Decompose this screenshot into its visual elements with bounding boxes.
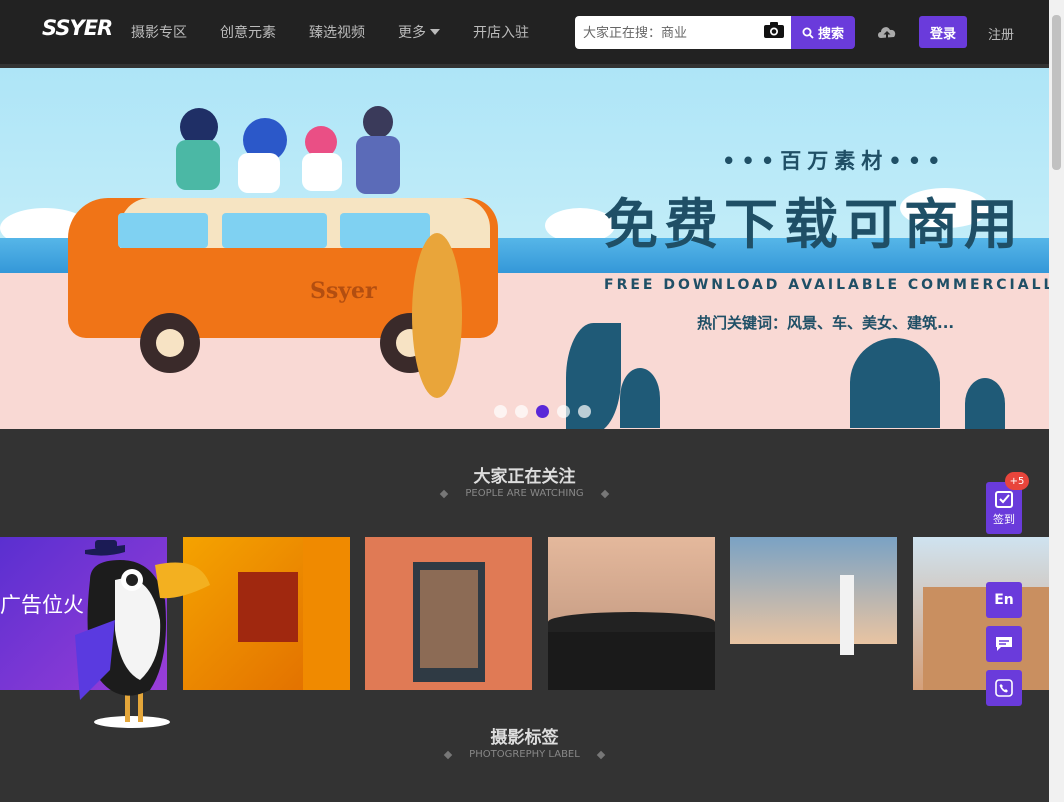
search-icon: [802, 27, 814, 39]
hero-banner[interactable]: Ssyer •••百万素材••• 免费下载可商用 FREE DOWNLOAD A…: [0, 68, 1049, 429]
diamond-icon: [440, 489, 449, 498]
chat-icon: [996, 637, 1012, 651]
register-link[interactable]: 注册: [988, 24, 1014, 43]
carousel-dot[interactable]: [578, 405, 591, 418]
camera-icon[interactable]: [763, 21, 785, 39]
thumbnail-silhouettes[interactable]: [548, 537, 715, 690]
diamond-icon: [600, 489, 609, 498]
search-button-label: 搜索: [817, 27, 844, 42]
scrollbar-thumb[interactable]: [1052, 15, 1061, 170]
leaf-decoration: [620, 368, 660, 428]
carousel-dot[interactable]: [515, 405, 528, 418]
surfboard: [412, 233, 462, 398]
nav-item-more[interactable]: 更多: [398, 22, 440, 42]
nav-label: 更多: [398, 25, 426, 41]
person-figure: [302, 153, 342, 191]
cloud-upload-icon[interactable]: [876, 22, 898, 42]
thumbnail-detail: [303, 537, 350, 690]
leaf-decoration: [965, 378, 1005, 429]
site-logo[interactable]: SSYER: [42, 16, 113, 40]
nav-label: 创意元素: [220, 25, 276, 41]
checkin-icon: [995, 491, 1013, 508]
bus-window: [222, 213, 327, 248]
thumbnail-window[interactable]: [365, 537, 532, 690]
search-button[interactable]: 搜索: [791, 16, 855, 49]
chat-button[interactable]: [986, 626, 1022, 662]
bus-window: [118, 213, 208, 248]
section-title-photo-label: 摄影标签: [490, 728, 559, 748]
bus-window: [340, 213, 430, 248]
bus-wheel: [140, 313, 200, 373]
nav-item-creative[interactable]: 创意元素: [220, 22, 276, 42]
carousel-dots: [494, 405, 599, 418]
site-header: SSYER 摄影专区 创意元素 臻选视频 更多 开店入驻 搜索 登录 注册: [0, 0, 1049, 64]
banner-tagline: •••百万素材•••: [722, 149, 947, 173]
carousel-dot-active[interactable]: [536, 405, 549, 418]
person-figure: [238, 153, 280, 193]
subtitle-text: PEOPLE ARE WATCHING: [465, 488, 584, 499]
login-button[interactable]: 登录: [919, 16, 967, 48]
banner-keywords: 热门关键词：风景、车、美女、建筑...: [697, 314, 955, 332]
leaf-decoration: [850, 338, 940, 428]
thumbnail-lighthouse[interactable]: [730, 537, 897, 690]
person-figure: [356, 136, 400, 194]
search-input[interactable]: [583, 23, 753, 43]
nav-item-open-shop[interactable]: 开店入驻: [473, 22, 529, 42]
person-figure: [363, 106, 393, 138]
main-nav: 摄影专区 创意元素 臻选视频 更多 开店入驻: [131, 0, 562, 64]
thumbnail-detail: [420, 570, 478, 668]
search-box: [575, 16, 791, 49]
page-scrollbar[interactable]: [1049, 0, 1064, 802]
phone-icon: [995, 679, 1013, 697]
nav-label: 开店入驻: [473, 25, 529, 41]
thumbnail-house[interactable]: [913, 537, 1049, 690]
banner-headline: 免费下载可商用: [604, 193, 1024, 256]
section-subtitle-watching: PEOPLE ARE WATCHING: [0, 488, 1049, 499]
bus-logo-text: Ssyer: [310, 278, 377, 304]
diamond-icon: [596, 750, 606, 759]
section-subtitle-photo-label: PHOTOGREPHY LABEL: [0, 749, 1049, 760]
banner-english: FREE DOWNLOAD AVAILABLE COMMERCIALLY: [604, 277, 1049, 293]
thumbnail-detail: [840, 575, 854, 655]
person-figure: [176, 140, 220, 190]
diamond-icon: [443, 750, 453, 759]
toucan-mascot[interactable]: [70, 540, 210, 730]
nav-item-video[interactable]: 臻选视频: [309, 22, 365, 42]
thumbnail-detail: [548, 612, 715, 632]
checkin-badge: +5: [1005, 472, 1029, 490]
checkin-label: 签到: [993, 513, 1015, 526]
language-button[interactable]: En: [986, 582, 1022, 618]
subtitle-text: PHOTOGREPHY LABEL: [469, 749, 580, 760]
carousel-dot[interactable]: [557, 405, 570, 418]
section-title-watching: 大家正在关注: [473, 467, 576, 487]
thumbnail-detail: [238, 572, 298, 642]
carousel-dot[interactable]: [494, 405, 507, 418]
nav-label: 臻选视频: [309, 25, 365, 41]
caret-down-icon: [430, 29, 440, 35]
nav-item-photography[interactable]: 摄影专区: [131, 22, 187, 42]
nav-label: 摄影专区: [131, 25, 187, 41]
phone-button[interactable]: [986, 670, 1022, 706]
